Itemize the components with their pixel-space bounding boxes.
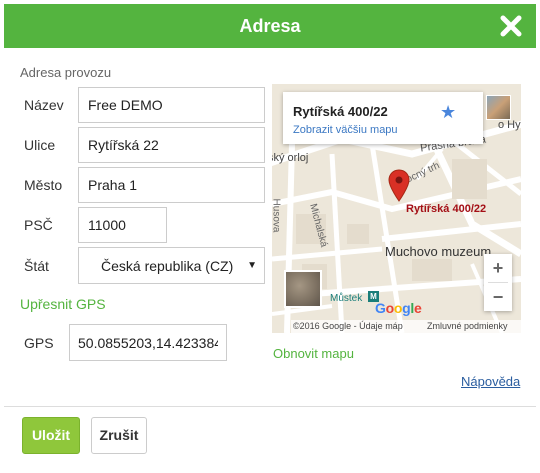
country-select-value: Česká republika (CZ) bbox=[101, 258, 234, 274]
footer-divider bbox=[4, 406, 536, 407]
map-label-hybe: o Hybe bbox=[498, 119, 521, 131]
zoom-in-button[interactable]: + bbox=[484, 254, 512, 282]
google-logo-letter: o bbox=[393, 300, 403, 316]
section-label: Adresa provozu bbox=[20, 65, 112, 80]
map-footer: ©2016 Google - Údaje máp Zmluvné podmien… bbox=[291, 320, 521, 333]
info-title: Rytířská 400/22 bbox=[293, 104, 388, 119]
close-icon bbox=[500, 15, 522, 37]
help-link[interactable]: Nápověda bbox=[461, 374, 520, 389]
map-view[interactable]: ský orloj o Hybe Prašná brána Ovocný trh… bbox=[272, 84, 521, 333]
close-button[interactable] bbox=[500, 15, 522, 37]
gps-field[interactable] bbox=[69, 324, 227, 361]
cancel-button[interactable]: Zrušit bbox=[91, 417, 147, 454]
name-field[interactable] bbox=[78, 87, 265, 123]
map-pin-icon[interactable] bbox=[388, 169, 410, 203]
zip-label: PSČ bbox=[24, 217, 53, 233]
address-dialog: Adresa Adresa provozu Název Ulice Město … bbox=[0, 0, 540, 473]
map-label-museum: Muchovo muzeum bbox=[385, 244, 492, 259]
city-field[interactable] bbox=[78, 167, 265, 203]
map-label-orloj: ský orloj bbox=[272, 152, 309, 164]
country-select[interactable]: Česká republika (CZ) ▼ bbox=[78, 247, 265, 284]
zoom-out-button[interactable]: − bbox=[484, 283, 512, 311]
google-logo-letter: G bbox=[375, 300, 386, 316]
refine-gps-link[interactable]: Upřesnit GPS bbox=[20, 296, 106, 312]
map-copyright: ©2016 Google - Údaje máp bbox=[293, 321, 403, 331]
google-logo-letter: e bbox=[413, 300, 422, 316]
name-label: Název bbox=[24, 97, 64, 113]
street-field[interactable] bbox=[78, 127, 265, 163]
star-icon[interactable]: ★ bbox=[440, 102, 456, 123]
google-logo: Google bbox=[375, 300, 422, 316]
satellite-toggle-thumbnail[interactable] bbox=[284, 270, 322, 308]
city-label: Město bbox=[24, 177, 63, 193]
chevron-down-icon: ▼ bbox=[247, 260, 257, 271]
dialog-header: Adresa bbox=[4, 4, 536, 48]
map-info-window: Rytířská 400/22 Zobrazit väčšiu mapu ★ bbox=[283, 92, 483, 144]
google-logo-letter: o bbox=[385, 300, 395, 316]
dialog-title: Adresa bbox=[239, 16, 301, 36]
larger-map-link[interactable]: Zobrazit väčšiu mapu bbox=[293, 124, 398, 136]
refresh-map-link[interactable]: Obnovit mapu bbox=[273, 346, 354, 361]
gps-label: GPS bbox=[24, 335, 54, 351]
map-terms-link[interactable]: Zmluvné podmienky bbox=[427, 320, 508, 333]
avatar bbox=[486, 95, 511, 120]
map-place-label: Rytířská 400/22 bbox=[406, 203, 487, 215]
zip-field[interactable] bbox=[78, 207, 167, 243]
zoom-control: + − bbox=[484, 254, 512, 311]
street-label: Ulice bbox=[24, 137, 56, 153]
save-button[interactable]: Uložit bbox=[22, 417, 80, 454]
map-label-husova: Husova bbox=[272, 198, 282, 233]
country-label: Štát bbox=[24, 258, 49, 274]
map-label-mustek: Můstek bbox=[330, 293, 363, 304]
